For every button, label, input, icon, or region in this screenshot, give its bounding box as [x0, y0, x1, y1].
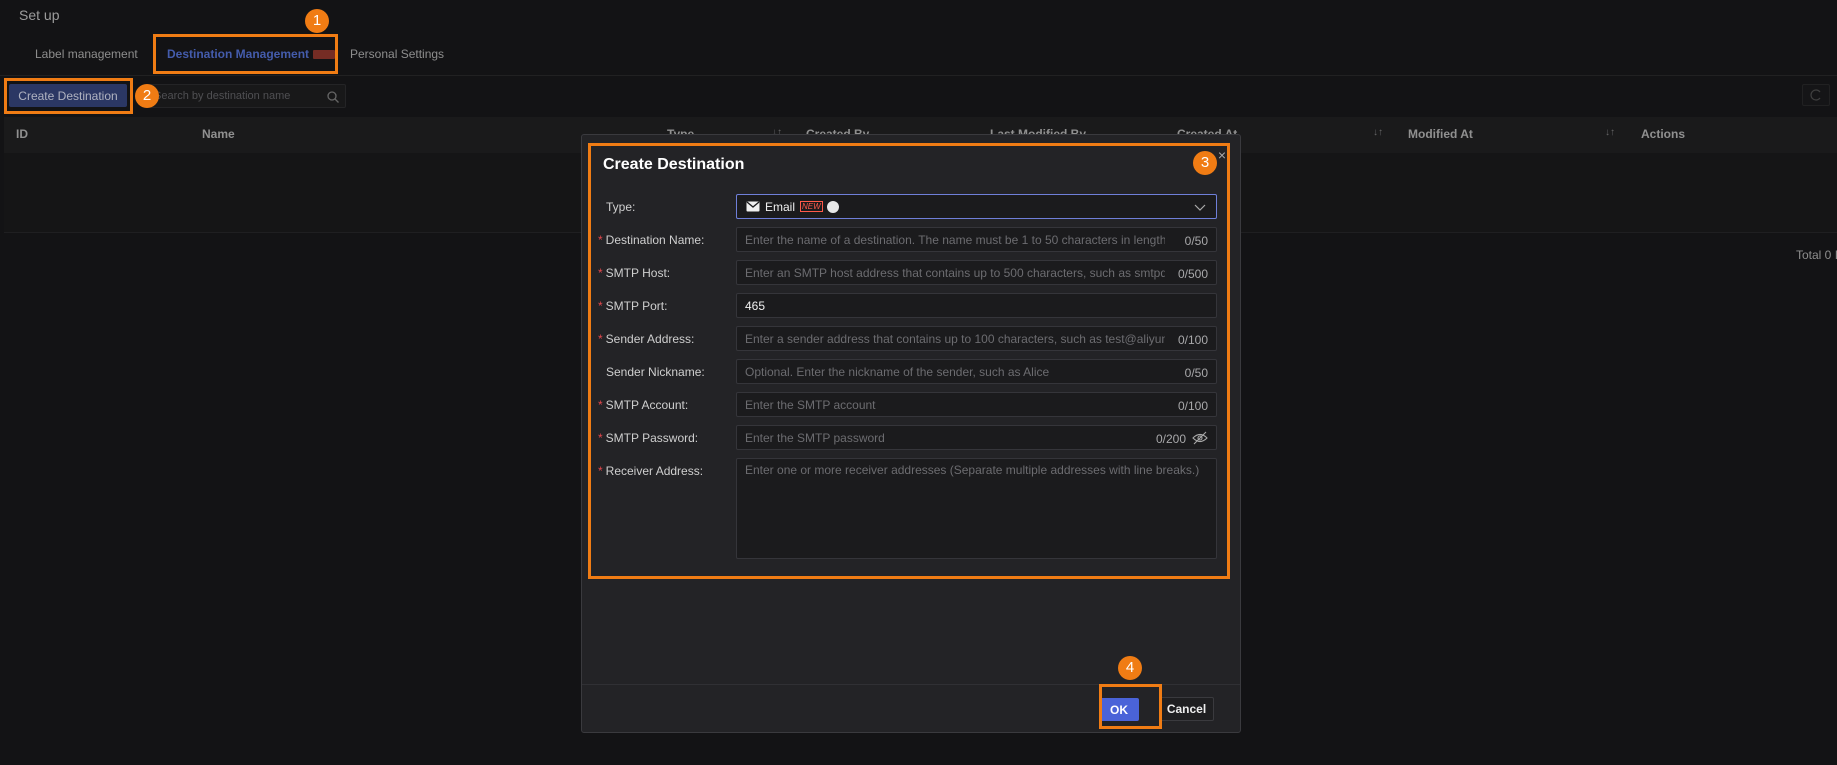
type-label: Type: — [606, 200, 636, 214]
smtp-password-field: 0/200 — [736, 425, 1217, 450]
smtp-password-label: * SMTP Password: — [598, 431, 699, 445]
type-value: Email — [765, 200, 796, 214]
char-counter: 0/200 — [1155, 432, 1186, 446]
receiver-address-textarea[interactable] — [745, 463, 1205, 553]
destination-name-input[interactable] — [745, 232, 1165, 248]
destination-name-row: *Destination Name: 0/50 — [582, 226, 1242, 254]
sender-address-row: *Sender Address: 0/100 — [582, 325, 1242, 353]
step-marker-1: 1 — [305, 9, 329, 33]
smtp-host-input[interactable] — [745, 265, 1165, 281]
smtp-port-input[interactable] — [745, 298, 1165, 314]
char-counter: 0/500 — [1177, 267, 1208, 281]
step-marker-2: 2 — [135, 84, 159, 108]
chevron-down-icon — [1194, 204, 1206, 211]
ok-button[interactable]: OK — [1099, 698, 1139, 721]
destination-name-label: * Destination Name: — [598, 233, 705, 247]
eye-off-icon[interactable] — [1192, 431, 1208, 445]
new-badge: NEW — [800, 201, 823, 212]
smtp-port-field — [736, 293, 1217, 318]
sender-nickname-field: 0/50 — [736, 359, 1217, 384]
receiver-address-row: * Receiver Address: — [582, 457, 1242, 559]
step-marker-4: 4 — [1118, 656, 1142, 680]
sender-nickname-input[interactable] — [745, 364, 1165, 380]
create-destination-dialog: Create Destination × Type: Email NEW * De… — [581, 134, 1241, 733]
step-marker-3: 3 — [1193, 151, 1217, 175]
close-icon[interactable]: × — [1218, 147, 1226, 163]
smtp-host-field: 0/500 — [736, 260, 1217, 285]
dialog-footer: OK Cancel — [582, 684, 1240, 733]
smtp-password-row: * SMTP Password: 0/200 — [582, 424, 1242, 452]
char-counter: 0/50 — [1184, 234, 1208, 248]
smtp-port-row: * SMTP Port: — [582, 292, 1242, 320]
char-counter: 0/50 — [1184, 366, 1208, 380]
smtp-host-label: * SMTP Host: — [598, 266, 671, 280]
type-select[interactable]: Email NEW — [736, 194, 1217, 219]
sender-nickname-row: Sender Nickname: 0/50 — [582, 358, 1242, 386]
smtp-account-label: * SMTP Account: — [598, 398, 689, 412]
char-counter: 0/100 — [1177, 399, 1208, 413]
smtp-account-field: 0/100 — [736, 392, 1217, 417]
smtp-password-input[interactable] — [745, 430, 1165, 446]
smtp-port-label: * SMTP Port: — [598, 299, 668, 313]
receiver-address-label: * Receiver Address: — [598, 464, 704, 478]
smtp-account-row: *SMTP Account: 0/100 — [582, 391, 1242, 419]
dialog-title: Create Destination — [603, 156, 745, 173]
char-counter: 0/100 — [1177, 333, 1208, 347]
smtp-account-input[interactable] — [745, 397, 1165, 413]
info-icon[interactable] — [827, 201, 839, 213]
sender-nickname-label: Sender Nickname: — [606, 365, 705, 379]
sender-address-input[interactable] — [745, 331, 1165, 347]
cancel-button[interactable]: Cancel — [1159, 697, 1214, 721]
destination-name-field: 0/50 — [736, 227, 1217, 252]
receiver-address-field — [736, 458, 1217, 559]
sender-address-field: 0/100 — [736, 326, 1217, 351]
smtp-host-row: *SMTP Host: 0/500 — [582, 259, 1242, 287]
sender-address-label: * Sender Address: — [598, 332, 695, 346]
mail-icon — [746, 201, 760, 212]
type-row: Type: Email NEW — [582, 193, 1242, 221]
